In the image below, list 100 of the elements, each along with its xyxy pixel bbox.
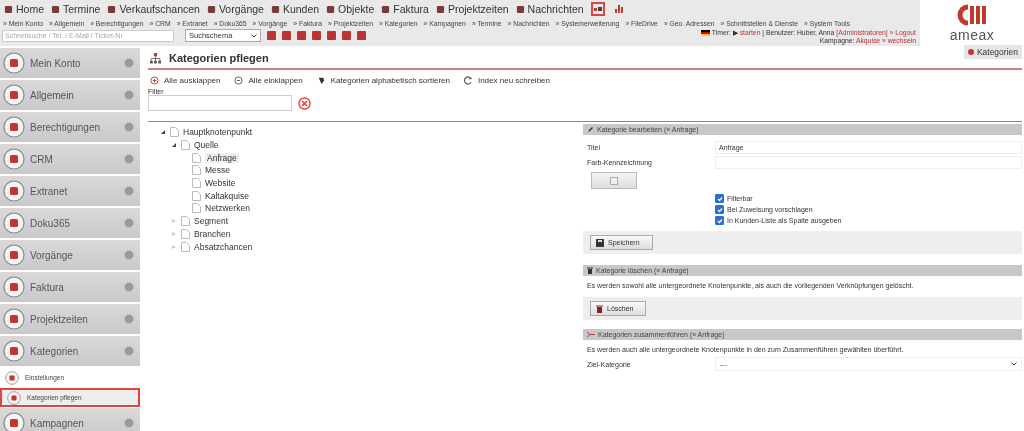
nav-link[interactable]: Vorgänge bbox=[206, 3, 264, 15]
tree-item[interactable]: Segment bbox=[194, 216, 229, 227]
sidebar-item[interactable]: Kategorien bbox=[0, 336, 140, 366]
sidebar-item[interactable]: Extranet bbox=[0, 176, 140, 206]
filter-field[interactable] bbox=[148, 95, 292, 111]
tree-item[interactable]: Quelle bbox=[194, 140, 219, 151]
sidebar-item[interactable]: Projektzeiten bbox=[0, 304, 140, 334]
tree-item[interactable]: Anfrage bbox=[205, 152, 239, 163]
app-icon bbox=[270, 4, 280, 14]
plus-circle-icon bbox=[150, 76, 159, 85]
gear-icon[interactable] bbox=[124, 346, 134, 356]
tree-item[interactable]: Branchen bbox=[194, 228, 231, 239]
pencil-icon bbox=[587, 126, 594, 133]
app-icon bbox=[107, 4, 117, 14]
tree-item[interactable]: Netzwerken bbox=[205, 203, 250, 214]
clear-icon[interactable] bbox=[298, 96, 311, 110]
sidebar-label: Vorgänge bbox=[30, 249, 74, 261]
sidebar-item[interactable]: Berechtigungen bbox=[0, 112, 140, 142]
category-badge: Kategorien bbox=[963, 45, 1022, 59]
tree-item[interactable]: Hauptknotenpunkt bbox=[183, 127, 252, 138]
circle-icon bbox=[3, 244, 25, 266]
color-picker-button[interactable] bbox=[591, 172, 637, 189]
toolbar-button[interactable]: Alle einklappen bbox=[234, 76, 303, 85]
document-icon bbox=[181, 241, 190, 252]
gear-icon[interactable] bbox=[124, 282, 134, 292]
logo-text: ameax bbox=[949, 26, 995, 43]
nav-link[interactable]: Objekte bbox=[326, 3, 375, 15]
sidebar-item[interactable]: Mein Konto bbox=[0, 48, 140, 78]
gear-icon[interactable] bbox=[124, 186, 134, 196]
nav-link[interactable]: Verkaufschancen bbox=[107, 3, 200, 15]
document-icon bbox=[170, 127, 179, 138]
gear-icon[interactable] bbox=[124, 58, 134, 68]
toolbar-button[interactable]: Kategorien alphabetisch sortieren bbox=[316, 76, 450, 85]
document-icon bbox=[192, 152, 201, 163]
app-icon bbox=[326, 4, 336, 14]
circle-icon bbox=[3, 180, 25, 202]
gear-icon[interactable] bbox=[124, 418, 134, 428]
document-icon bbox=[192, 190, 201, 201]
collapsed-arrow-icon[interactable] bbox=[171, 243, 177, 250]
app-icon bbox=[435, 4, 445, 14]
minus-circle-icon bbox=[234, 76, 244, 85]
circle-icon bbox=[3, 212, 25, 234]
expanded-arrow-icon[interactable] bbox=[160, 129, 166, 136]
nav-link[interactable]: Nachrichten bbox=[515, 3, 584, 15]
tree-item[interactable]: Messe bbox=[205, 165, 231, 176]
nav-link[interactable]: Projektzeiten bbox=[435, 3, 509, 15]
sidebar-label: Projektzeiten bbox=[30, 313, 89, 325]
nav-link[interactable]: Termine bbox=[51, 3, 101, 15]
expanded-arrow-icon[interactable] bbox=[171, 142, 177, 149]
sidebar-item[interactable]: Faktura bbox=[0, 272, 140, 302]
circle-icon bbox=[3, 276, 25, 298]
app-icon bbox=[4, 4, 13, 14]
merge-arrow-icon bbox=[587, 331, 595, 338]
collapsed-arrow-icon[interactable] bbox=[171, 218, 177, 225]
app-icon bbox=[381, 4, 391, 14]
sidebar-label: Kategorien bbox=[30, 345, 80, 357]
sidebar-label: CRM bbox=[30, 153, 54, 165]
app-icon bbox=[206, 4, 216, 14]
checkbox[interactable] bbox=[715, 216, 724, 225]
sidebar-item[interactable]: CRM bbox=[0, 144, 140, 174]
circle-icon bbox=[7, 390, 21, 405]
gear-icon[interactable] bbox=[124, 154, 134, 164]
collapsed-arrow-icon[interactable] bbox=[171, 230, 177, 237]
circle-icon bbox=[3, 116, 25, 138]
sidebar-item[interactable]: Allgemein bbox=[0, 80, 140, 110]
circle-icon bbox=[3, 84, 25, 106]
sidebar-label: Faktura bbox=[30, 281, 65, 293]
app-icon bbox=[515, 4, 525, 14]
nav-link[interactable]: Faktura bbox=[381, 3, 429, 15]
trash-icon bbox=[596, 304, 603, 313]
tree-item[interactable]: Absatzchancen bbox=[194, 241, 253, 252]
checkbox[interactable] bbox=[715, 194, 724, 203]
tree-item[interactable]: Kaltakquise bbox=[205, 190, 249, 201]
checkbox[interactable] bbox=[715, 205, 724, 214]
gear-icon[interactable] bbox=[124, 250, 134, 260]
tree-item[interactable]: Website bbox=[205, 178, 236, 189]
gear-icon[interactable] bbox=[124, 122, 134, 132]
toolbar-button[interactable]: Index neu schreiben bbox=[463, 76, 550, 85]
circle-icon bbox=[5, 370, 19, 385]
sidebar-label: Allgemein bbox=[30, 89, 75, 101]
nav-link[interactable]: Home bbox=[4, 3, 44, 15]
circle-icon bbox=[3, 52, 25, 74]
document-icon bbox=[192, 203, 201, 214]
document-icon bbox=[181, 228, 190, 239]
sidebar-item[interactable]: Kampagnen bbox=[0, 408, 140, 431]
trash-icon bbox=[587, 267, 593, 274]
nav-link[interactable]: Kunden bbox=[270, 3, 320, 15]
sidebar-item[interactable]: Vorgänge bbox=[0, 240, 140, 270]
toolbar-button[interactable]: Alle ausklappen bbox=[150, 76, 221, 85]
document-icon bbox=[181, 140, 190, 151]
gear-icon[interactable] bbox=[124, 218, 134, 228]
chevron-down-icon bbox=[1011, 362, 1017, 366]
document-icon bbox=[181, 216, 190, 227]
gear-icon[interactable] bbox=[124, 90, 134, 100]
sidebar-item[interactable]: Doku365 bbox=[0, 208, 140, 238]
flag-icon bbox=[701, 30, 711, 37]
gear-icon[interactable] bbox=[124, 314, 134, 324]
circle-icon bbox=[3, 308, 25, 330]
sidebar-label: Mein Konto bbox=[30, 57, 82, 69]
document-icon bbox=[192, 165, 201, 176]
